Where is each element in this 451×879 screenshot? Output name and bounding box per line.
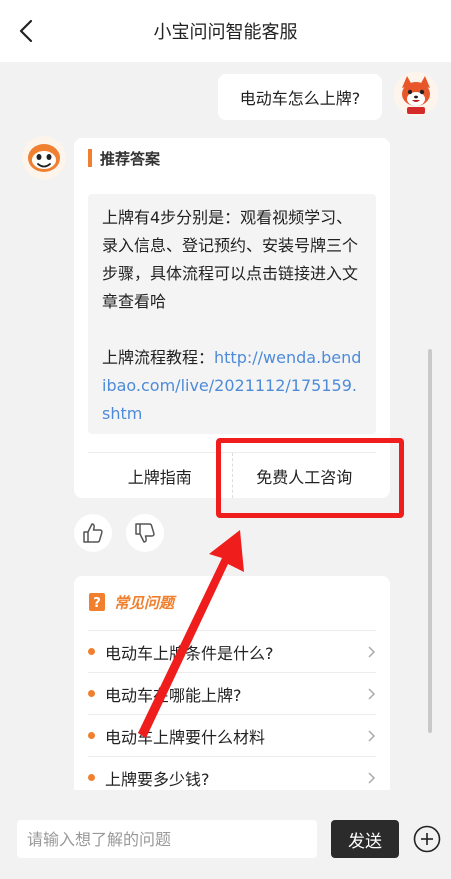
faq-item[interactable]: 电动车在哪能上牌? bbox=[88, 672, 376, 714]
chevron-right-icon bbox=[368, 687, 376, 700]
accent-bar bbox=[88, 149, 92, 167]
thumbs-down-icon bbox=[135, 523, 155, 543]
answer-actions: 上牌指南 免费人工咨询 bbox=[88, 452, 376, 498]
thumbs-up-icon bbox=[83, 523, 103, 543]
input-bar: 发送 bbox=[0, 790, 451, 879]
faq-item[interactable]: 上牌要多少钱? bbox=[88, 756, 376, 790]
answer-title: 推荐答案 bbox=[100, 149, 161, 168]
user-avatar[interactable] bbox=[394, 72, 438, 116]
chevron-right-icon bbox=[368, 771, 376, 784]
faq-item[interactable]: 电动车上牌条件是什么? bbox=[88, 630, 376, 672]
question-mark-icon: ? bbox=[89, 593, 105, 611]
back-arrow-icon[interactable] bbox=[14, 18, 40, 44]
chevron-right-icon bbox=[368, 645, 376, 658]
faq-header: ? 常见问题 bbox=[88, 590, 174, 614]
bullet-dot bbox=[88, 690, 95, 697]
chat-scrollbar[interactable] bbox=[428, 349, 432, 733]
registration-guide-button[interactable]: 上牌指南 bbox=[88, 453, 232, 498]
bullet-dot bbox=[88, 774, 95, 781]
bullet-dot bbox=[88, 732, 95, 739]
answer-text: 上牌有4步分别是：观看视频学习、录入信息、登记预约、安装号牌三个步骤，具体流程可… bbox=[102, 208, 359, 311]
dislike-button[interactable] bbox=[126, 514, 164, 552]
user-message-bubble: 电动车怎么上牌? bbox=[218, 74, 382, 120]
answer-card: 推荐答案 上牌有4步分别是：观看视频学习、录入信息、登记预约、安装号牌三个步骤，… bbox=[74, 138, 390, 498]
link-label: 上牌流程教程： bbox=[102, 348, 215, 367]
chevron-right-icon bbox=[368, 729, 376, 742]
page-title: 小宝问问智能客服 bbox=[153, 22, 298, 43]
send-button[interactable]: 发送 bbox=[331, 820, 399, 858]
faq-title: 常见问题 bbox=[114, 593, 175, 612]
chat-area[interactable]: 电动车怎么上牌? 推荐答案 上牌有4步分别是：观看视频学习、录入信息、登记预约、… bbox=[0, 62, 451, 790]
like-button[interactable] bbox=[74, 514, 112, 552]
svg-text:?: ? bbox=[93, 596, 101, 611]
faq-item-text: 电动车上牌条件是什么? bbox=[105, 643, 274, 663]
free-human-consult-button[interactable]: 免费人工咨询 bbox=[231, 453, 377, 498]
answer-link-line: 上牌流程教程：http://wenda.bendibao.com/live/20… bbox=[102, 344, 364, 428]
question-input[interactable] bbox=[17, 820, 317, 858]
faq-item-text: 电动车在哪能上牌? bbox=[105, 685, 242, 705]
faq-card: ? 常见问题 电动车上牌条件是什么? 电动车在哪能上牌? 电动车上牌要什么材料 … bbox=[74, 576, 390, 790]
answer-body: 上牌有4步分别是：观看视频学习、录入信息、登记预约、安装号牌三个步骤，具体流程可… bbox=[88, 194, 376, 434]
plus-circle-icon[interactable] bbox=[413, 825, 441, 853]
faq-item-text: 电动车上牌要什么材料 bbox=[105, 727, 266, 747]
bot-avatar bbox=[22, 136, 66, 180]
answer-header: 推荐答案 bbox=[88, 148, 160, 168]
bullet-dot bbox=[88, 648, 95, 655]
header-bar: 小宝问问智能客服 bbox=[0, 0, 451, 62]
faq-item[interactable]: 电动车上牌要什么材料 bbox=[88, 714, 376, 756]
faq-item-text: 上牌要多少钱? bbox=[105, 769, 210, 789]
